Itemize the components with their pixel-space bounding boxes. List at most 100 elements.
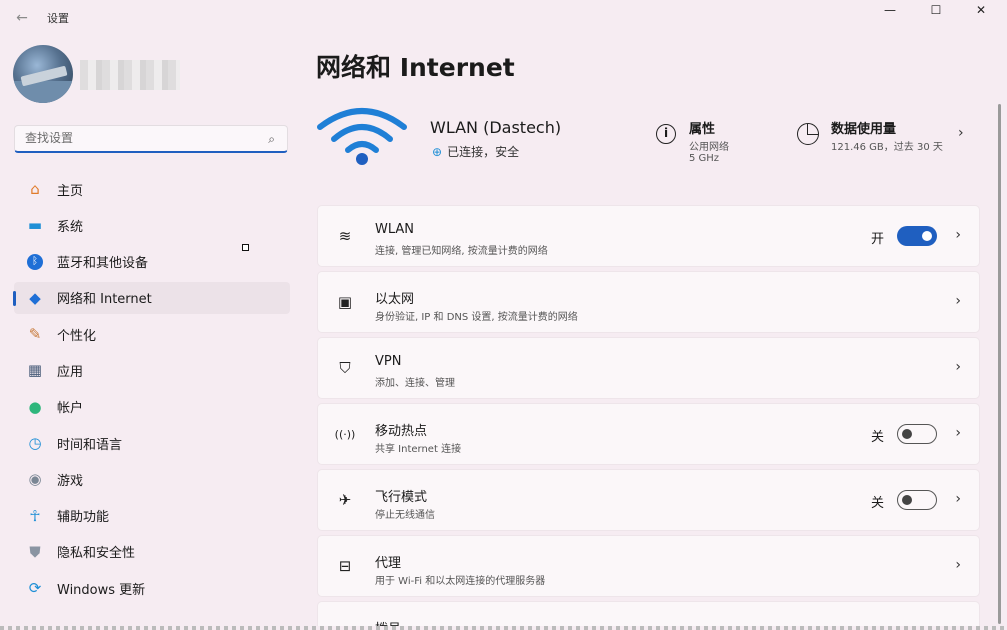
wlan-toggle[interactable] [897, 226, 937, 246]
hotspot-toggle[interactable] [897, 424, 937, 444]
sidebar-item-label: 网络和 Internet [57, 292, 152, 308]
card-title: 移动热点 [375, 424, 428, 439]
chevron-right-icon[interactable]: › [955, 227, 961, 243]
card-title: WLAN [375, 222, 415, 237]
maximize-button[interactable]: ☐ [913, 0, 959, 22]
brush-icon: ✎ [28, 325, 42, 344]
toggle-state-label: 开 [871, 232, 885, 247]
airplane-icon: ✈ [338, 491, 352, 509]
sidebar-item-label: 时间和语言 [57, 437, 123, 453]
sidebar-item-label: 应用 [57, 364, 84, 380]
card-subtitle: 身份验证, IP 和 DNS 设置, 按流量计费的网络 [375, 312, 578, 323]
monitor-icon: ▬ [27, 216, 43, 235]
sidebar-item-personalization[interactable]: ✎ 个性化 [14, 318, 290, 350]
data-usage-title[interactable]: 数据使用量 [831, 118, 896, 137]
sidebar-item-accessibility[interactable]: ☥ 辅助功能 [14, 500, 290, 532]
wifi-icon: ◆ [29, 288, 41, 307]
close-button[interactable]: ✕ [958, 0, 1004, 22]
sidebar-item-label: 帐户 [57, 401, 84, 417]
sidebar-item-network[interactable]: ◆ 网络和 Internet [13, 281, 290, 314]
gamepad-icon: ◉ [28, 470, 42, 489]
network-status-text: 已连接，安全 [447, 145, 520, 159]
scrollbar[interactable] [998, 104, 1001, 624]
cursor-marker [242, 244, 249, 251]
apps-icon: ▦ [27, 361, 43, 380]
toggle-state-label: 关 [871, 496, 885, 511]
data-usage-icon[interactable] [797, 123, 819, 145]
back-button[interactable]: ← [10, 6, 34, 30]
app-title: 设置 [47, 12, 69, 25]
search-box[interactable]: ⌕ [14, 125, 288, 153]
info-icon[interactable]: i [656, 124, 676, 144]
chevron-right-icon[interactable]: › [958, 125, 964, 141]
ethernet-icon: ▣ [337, 293, 353, 311]
card-subtitle: 连接, 管理已知网络, 按流量计费的网络 [375, 246, 548, 257]
sidebar-item-label: 个性化 [57, 328, 97, 344]
airplane-toggle[interactable] [897, 490, 937, 510]
update-icon: ⟳ [28, 579, 42, 598]
chevron-right-icon[interactable]: › [955, 491, 961, 507]
window-bottom-edge [0, 626, 1007, 630]
sidebar-item-label: 主页 [57, 183, 84, 199]
card-title: 代理 [375, 556, 402, 571]
chevron-right-icon[interactable]: › [955, 293, 961, 309]
sidebar-item-time-language[interactable]: ◷ 时间和语言 [14, 427, 290, 459]
title-bar: ← 设置 — ☐ ✕ [0, 0, 1007, 36]
card-title: VPN [375, 354, 402, 369]
sidebar-item-label: 辅助功能 [57, 510, 110, 526]
network-name: WLAN (Dastech) [430, 118, 562, 137]
chevron-right-icon[interactable]: › [955, 359, 961, 375]
wifi-icon: ≋ [338, 227, 352, 245]
data-usage-detail: 121.46 GB，过去 30 天 [831, 142, 943, 153]
sidebar-item-label: 蓝牙和其他设备 [57, 256, 149, 272]
proxy-icon: ⊟ [338, 557, 352, 575]
card-airplane-mode[interactable]: ✈ 飞行模式 停止无线通信 关 › [317, 469, 980, 531]
search-input[interactable] [25, 131, 255, 145]
card-subtitle: 停止无线通信 [375, 510, 435, 521]
card-mobile-hotspot[interactable]: ((·)) 移动热点 共享 Internet 连接 关 › [317, 403, 980, 465]
card-proxy[interactable]: ⊟ 代理 用于 Wi-Fi 和以太网连接的代理服务器 › [317, 535, 980, 597]
clock-globe-icon: ◷ [28, 434, 42, 453]
properties-network-type: 公用网络 [689, 142, 729, 153]
card-subtitle: 用于 Wi-Fi 和以太网连接的代理服务器 [375, 576, 546, 587]
sidebar-item-privacy[interactable]: ⛊ 隐私和安全性 [14, 536, 290, 568]
card-wlan[interactable]: ≋ WLAN 连接, 管理已知网络, 按流量计费的网络 开 › [317, 205, 980, 267]
card-subtitle: 共享 Internet 连接 [375, 444, 462, 455]
account-icon: ● [28, 397, 42, 416]
home-icon: ⌂ [30, 180, 40, 198]
sidebar-nav: ⌂ 主页 ▬ 系统 ᛒ 蓝牙和其他设备 ◆ 网络和 Internet ✎ 个性化… [13, 173, 290, 609]
card-title: 拨号 [375, 618, 401, 626]
page-title: 网络和 Internet [316, 53, 515, 82]
chevron-right-icon[interactable]: › [955, 425, 961, 441]
sidebar-item-windows-update[interactable]: ⟳ Windows 更新 [14, 572, 290, 604]
sidebar-item-gaming[interactable]: ◉ 游戏 [14, 463, 290, 495]
card-subtitle: 添加、连接、管理 [375, 378, 455, 389]
profile-name-blurred [80, 60, 180, 90]
card-ethernet[interactable]: ▣ 以太网 身份验证, IP 和 DNS 设置, 按流量计费的网络 › [317, 271, 980, 333]
hotspot-icon: ((·)) [334, 427, 356, 441]
wifi-large-icon [317, 108, 407, 165]
search-icon[interactable]: ⌕ [268, 132, 275, 147]
card-title: 以太网 [375, 292, 415, 307]
sidebar-item-label: 游戏 [57, 473, 84, 489]
card-dialup[interactable]: ☎ 拨号 › [317, 601, 980, 626]
minimize-button[interactable]: — [867, 0, 913, 22]
properties-title[interactable]: 属性 [689, 118, 715, 137]
sidebar-item-label: 系统 [57, 219, 84, 235]
network-status: ⊕ 已连接，安全 [432, 143, 519, 160]
sidebar-item-label: Windows 更新 [57, 582, 146, 598]
sidebar-item-home[interactable]: ⌂ 主页 [14, 173, 290, 205]
globe-icon: ⊕ [432, 144, 443, 159]
card-vpn[interactable]: ⛉ VPN 添加、连接、管理 › [317, 337, 980, 399]
avatar[interactable] [13, 45, 73, 103]
sidebar-item-accounts[interactable]: ● 帐户 [14, 391, 290, 423]
sidebar-item-label: 隐私和安全性 [57, 546, 136, 562]
vpn-shield-icon: ⛉ [339, 359, 351, 377]
sidebar-item-apps[interactable]: ▦ 应用 [14, 354, 290, 386]
shield-icon: ⛊ [29, 542, 41, 561]
accessibility-icon: ☥ [29, 506, 41, 525]
chevron-right-icon[interactable]: › [955, 557, 961, 573]
sidebar-item-system[interactable]: ▬ 系统 [14, 209, 290, 241]
card-title: 飞行模式 [375, 490, 428, 505]
bluetooth-icon: ᛒ [27, 253, 43, 270]
